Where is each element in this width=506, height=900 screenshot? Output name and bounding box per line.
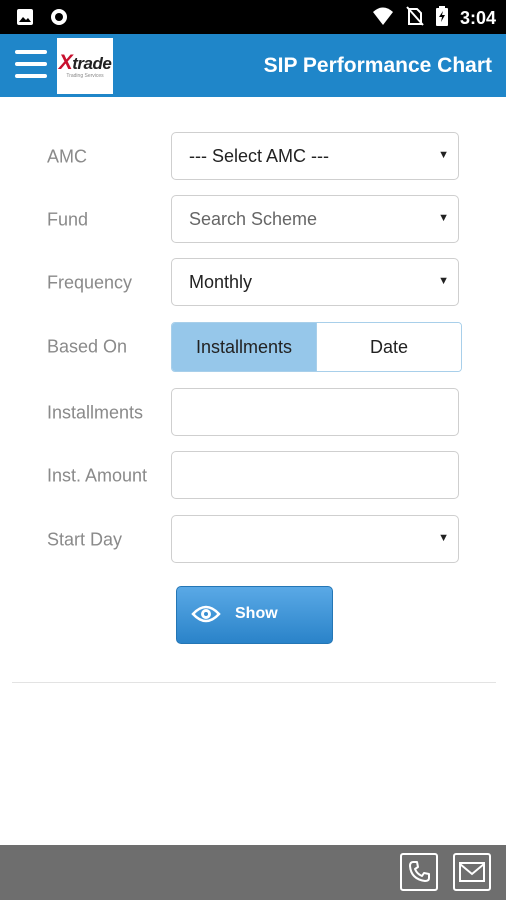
start-day-row: Start Day ▼ bbox=[0, 515, 506, 565]
clock-time: 3:04 bbox=[459, 8, 496, 28]
start-day-label: Start Day bbox=[47, 529, 123, 550]
inst-amount-label: Inst. Amount bbox=[47, 465, 148, 486]
installments-option[interactable]: Installments bbox=[172, 323, 316, 371]
bottom-bar bbox=[0, 845, 506, 900]
amc-select-value: --- Select AMC --- bbox=[189, 146, 330, 166]
frequency-label: Frequency bbox=[47, 272, 133, 293]
installments-row: Installments bbox=[0, 388, 506, 438]
dropdown-arrow-icon: ▼ bbox=[438, 149, 449, 161]
menu-icon[interactable] bbox=[15, 50, 47, 82]
battery-charging-icon bbox=[435, 6, 448, 31]
no-sim-icon bbox=[406, 6, 424, 31]
fund-row: Fund Search Scheme ▼ bbox=[0, 195, 506, 245]
amc-select[interactable]: --- Select AMC --- ▼ bbox=[171, 132, 459, 180]
date-option[interactable]: Date bbox=[316, 323, 461, 371]
fund-select-value: Search Scheme bbox=[189, 209, 318, 229]
mail-icon[interactable] bbox=[453, 853, 491, 891]
dropdown-arrow-icon: ▼ bbox=[438, 275, 449, 287]
wifi-icon bbox=[372, 6, 394, 31]
xtrade-logo: Xtrade Trading Services bbox=[57, 38, 113, 94]
show-button-label: Show bbox=[235, 605, 278, 622]
image-icon bbox=[16, 8, 34, 31]
status-bar: 3:04 bbox=[0, 0, 506, 34]
based-on-row: Based On Installments Date bbox=[0, 322, 506, 372]
frequency-row: Frequency Monthly ▼ bbox=[0, 258, 506, 308]
circle-icon bbox=[50, 8, 68, 31]
fund-select[interactable]: Search Scheme ▼ bbox=[171, 195, 459, 243]
divider bbox=[12, 682, 496, 683]
page-title: SIP Performance Chart bbox=[263, 54, 492, 77]
dropdown-arrow-icon: ▼ bbox=[438, 212, 449, 224]
amc-label: AMC bbox=[47, 146, 87, 167]
based-on-label: Based On bbox=[47, 336, 128, 357]
show-button[interactable]: Show bbox=[176, 586, 333, 644]
phone-icon[interactable] bbox=[400, 853, 438, 891]
start-day-select[interactable]: ▼ bbox=[171, 515, 459, 563]
app-bar: Xtrade Trading Services SIP Performance … bbox=[0, 34, 506, 97]
dropdown-arrow-icon: ▼ bbox=[438, 532, 449, 544]
inst-amount-row: Inst. Amount bbox=[0, 451, 506, 501]
installments-label: Installments bbox=[47, 402, 144, 423]
based-on-toggle: Installments Date bbox=[171, 322, 462, 372]
fund-label: Fund bbox=[47, 209, 89, 230]
frequency-select-value: Monthly bbox=[189, 272, 253, 292]
amc-row: AMC --- Select AMC --- ▼ bbox=[0, 132, 506, 182]
inst-amount-input[interactable] bbox=[171, 451, 459, 499]
frequency-select[interactable]: Monthly ▼ bbox=[171, 258, 459, 306]
eye-icon bbox=[191, 603, 221, 630]
installments-input[interactable] bbox=[171, 388, 459, 436]
